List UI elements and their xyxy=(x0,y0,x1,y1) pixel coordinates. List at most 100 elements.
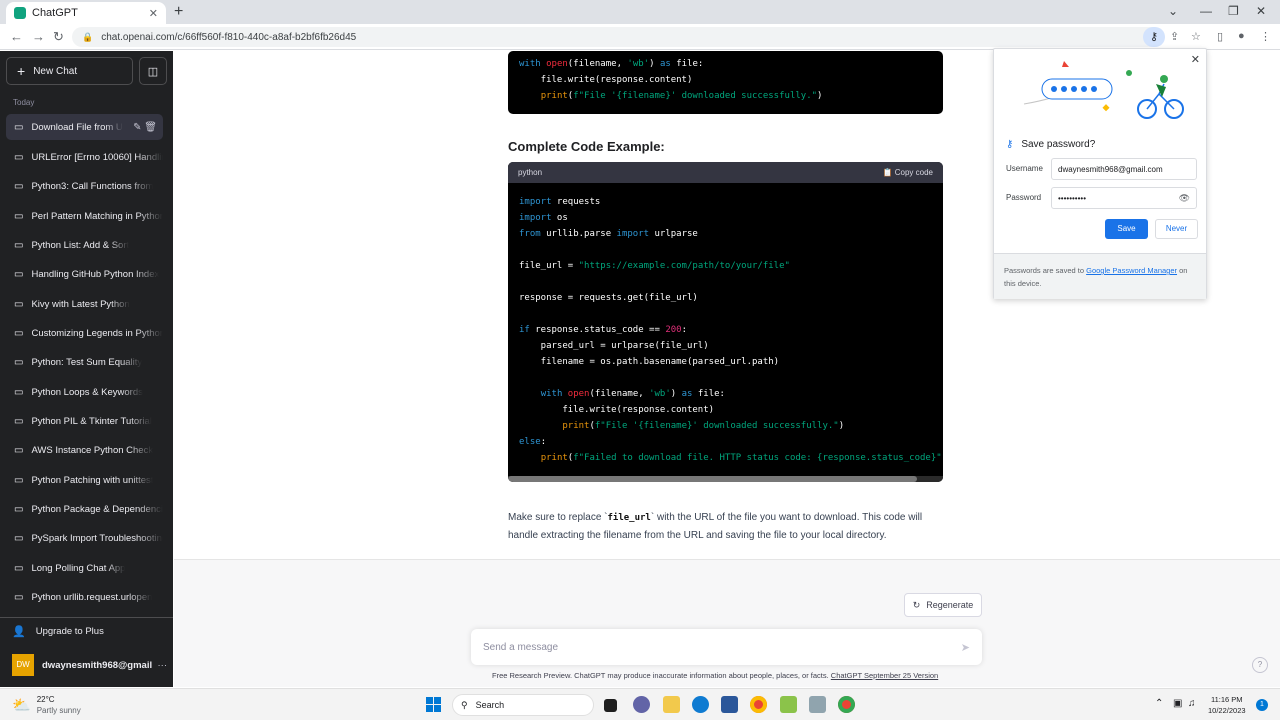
close-popup-icon[interactable]: ✕ xyxy=(1191,53,1200,66)
bookmark-star-icon[interactable]: ☆ xyxy=(1191,30,1201,43)
chrome-active-icon[interactable] xyxy=(838,696,855,713)
user-menu[interactable]: DW dwaynesmith968@gmail ··· xyxy=(12,654,167,676)
address-bar[interactable]: 🔒 chat.openai.com/c/66ff560f-f810-440c-a… xyxy=(72,27,1162,47)
sidebar-item-label: PySpark Import Troubleshooting xyxy=(31,532,163,544)
sidebar-item[interactable]: ▭ Python urllib.request.urlopen xyxy=(6,584,163,610)
new-chat-button[interactable]: + New Chat xyxy=(6,57,133,85)
sidebar-item-label: Python PIL & Tkinter Tutorial xyxy=(31,415,152,427)
sidebar-item[interactable]: ▭ Perl Pattern Matching in Python xyxy=(6,203,163,229)
clock[interactable]: 11:16 PM 10/22/2023 xyxy=(1208,694,1246,716)
weather-widget[interactable]: ⛅ 22°C Partly sunny xyxy=(12,694,81,716)
popup-title: ⚷ Save password? xyxy=(1006,139,1095,150)
network-icon[interactable]: ▣ xyxy=(1173,698,1182,709)
more-icon[interactable]: ··· xyxy=(158,660,168,671)
message-input[interactable]: Send a message ➤ xyxy=(471,629,982,665)
sidebar-item-label: Python List: Add & Sort xyxy=(31,239,130,251)
tab-close-icon[interactable]: ✕ xyxy=(149,7,158,20)
share-icon[interactable]: ⇪ xyxy=(1170,30,1179,43)
code-language: python xyxy=(518,168,543,177)
sidebar-item[interactable]: ▭ PySpark Import Troubleshooting xyxy=(6,525,163,551)
sidebar-item[interactable]: ▭ Python Patching with unittest xyxy=(6,467,163,493)
weather-desc: Partly sunny xyxy=(36,706,81,715)
search-icon: ⚲ xyxy=(461,699,468,710)
sidebar-item[interactable]: ▭ AWS Instance Python Check xyxy=(6,437,163,463)
sidebar-item[interactable]: ▭ Python3: Call Functions from xyxy=(6,173,163,199)
password-field[interactable]: •••••••••• 👁 xyxy=(1051,187,1197,209)
profile-icon[interactable]: ● xyxy=(1238,30,1245,42)
password-manager-link[interactable]: Google Password Manager xyxy=(1086,266,1177,275)
minimize-button[interactable]: — xyxy=(1200,4,1212,18)
response-paragraph: Make sure to replace `file_url` with the… xyxy=(508,509,944,545)
regenerate-label: Regenerate xyxy=(926,600,974,610)
code-text: with open(filename, 'wb') as file: file.… xyxy=(519,59,823,101)
username-value: dwaynesmith968@gmail.com xyxy=(1058,164,1163,174)
edit-delete-icons[interactable]: ✎ 🗑 xyxy=(133,122,157,133)
sidebar-item[interactable]: ▭ Kivy with Latest Python xyxy=(6,291,163,317)
chat-bubble-icon: ▭ xyxy=(14,532,24,544)
sidebar-item-label: Python3: Call Functions from xyxy=(31,180,154,192)
tray-chevron-icon[interactable]: ⌃ xyxy=(1155,698,1163,709)
chrome-menu-icon[interactable]: ⋮ xyxy=(1260,30,1271,43)
chat-bubble-icon: ▭ xyxy=(14,562,24,574)
sidebar-item[interactable]: ▭ Python: Test Sum Equality xyxy=(6,349,163,375)
volume-icon[interactable]: ♫ xyxy=(1188,698,1196,709)
sidebar-toggle-icon[interactable]: ◫ xyxy=(139,57,167,85)
code-text: import requests import os from urllib.pa… xyxy=(519,197,943,463)
scrollbar-thumb[interactable] xyxy=(508,476,917,482)
url-text: chat.openai.com/c/66ff560f-f810-440c-a8a… xyxy=(101,31,357,43)
restore-button[interactable]: ❐ xyxy=(1228,4,1239,18)
sidebar-item[interactable]: ▭ Long Polling Chat App xyxy=(6,555,163,581)
sidebar-item-active[interactable]: ▭ Download File from U ✎ 🗑 xyxy=(6,114,163,140)
app-icon[interactable] xyxy=(809,696,826,713)
save-password-button[interactable]: Save xyxy=(1105,219,1148,239)
partly-sunny-icon: ⛅ xyxy=(12,697,31,714)
sidebar-item[interactable]: ▭ Customizing Legends in Python xyxy=(6,320,163,346)
tab-search-icon[interactable]: ⌄ xyxy=(1168,4,1178,18)
new-tab-button[interactable]: + xyxy=(174,3,183,21)
close-window-button[interactable]: ✕ xyxy=(1256,4,1266,18)
regenerate-button[interactable]: ↻ Regenerate xyxy=(904,593,982,617)
copy-code-button[interactable]: 📋 Copy code xyxy=(883,168,933,177)
start-windows-icon[interactable] xyxy=(426,697,441,712)
user-name: dwaynesmith968@gmail xyxy=(42,659,153,671)
sidebar-item[interactable]: ▭ Python List: Add & Sort xyxy=(6,232,163,258)
user-icon: 👤 xyxy=(12,626,26,638)
edge-browser-icon[interactable] xyxy=(692,696,709,713)
notepad-app-icon[interactable] xyxy=(780,696,797,713)
sidebar-item-label: Python Loops & Keywords xyxy=(31,386,143,398)
inline-code: file_url xyxy=(607,513,651,523)
task-view-icon[interactable] xyxy=(604,699,617,712)
password-label: Password xyxy=(1006,193,1042,202)
file-explorer-icon[interactable] xyxy=(663,696,680,713)
send-icon[interactable]: ➤ xyxy=(961,641,970,654)
never-button[interactable]: Never xyxy=(1155,219,1198,239)
section-today: Today xyxy=(13,98,35,107)
footnote-text: Free Research Preview. ChatGPT may produ… xyxy=(492,671,831,680)
browser-tab[interactable]: ChatGPT ✕ xyxy=(6,2,166,24)
help-icon[interactable]: ? xyxy=(1252,657,1268,673)
forward-arrow-icon[interactable]: → xyxy=(32,29,45,44)
store-icon[interactable] xyxy=(721,696,738,713)
code-scrollbar[interactable] xyxy=(508,476,943,482)
sidebar-item-label: Handling GitHub Python Index xyxy=(31,268,160,280)
sidebar-item[interactable]: ▭ Handling GitHub Python Index xyxy=(6,261,163,287)
eye-icon[interactable]: 👁 xyxy=(1179,193,1190,204)
sidebar-item[interactable]: ▭ Python Loops & Keywords xyxy=(6,379,163,405)
upgrade-button[interactable]: 👤 Upgrade to Plus xyxy=(12,625,104,638)
side-panel-icon[interactable]: ▯ xyxy=(1217,30,1223,43)
chat-app-icon[interactable] xyxy=(633,696,650,713)
back-arrow-icon[interactable]: ← xyxy=(10,29,23,44)
chrome-icon[interactable] xyxy=(750,696,767,713)
avatar: DW xyxy=(12,654,34,676)
reload-icon[interactable]: ↻ xyxy=(53,29,64,45)
sidebar-item[interactable]: ▭ Python Package & Dependencies xyxy=(6,496,163,522)
sidebar-item[interactable]: ▭ URLError [Errno 10060] Handling xyxy=(6,144,163,170)
sidebar-item-label: Python urllib.request.urlopen xyxy=(31,591,153,603)
taskbar-search[interactable]: ⚲ Search xyxy=(452,694,594,716)
notification-badge[interactable]: 1 xyxy=(1256,699,1268,711)
password-key-icon[interactable]: ⚷ xyxy=(1143,27,1165,47)
username-field[interactable]: dwaynesmith968@gmail.com xyxy=(1051,158,1197,180)
version-link[interactable]: ChatGPT September 25 Version xyxy=(831,671,938,680)
para-before: Make sure to replace ` xyxy=(508,512,608,523)
sidebar-item[interactable]: ▭ Python PIL & Tkinter Tutorial xyxy=(6,408,163,434)
